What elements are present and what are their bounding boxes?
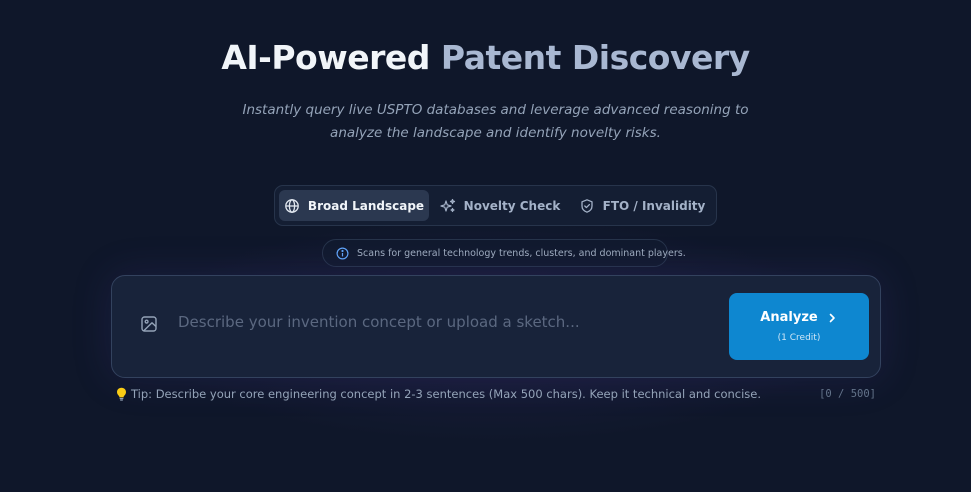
shield-icon — [579, 198, 595, 214]
mode-tab-broad-landscape[interactable]: Broad Landscape — [279, 190, 429, 221]
analyze-credit-cost: (1 Credit) — [729, 333, 869, 343]
mode-description-text: Scans for general technology trends, clu… — [357, 248, 686, 259]
lightbulb-icon — [116, 387, 127, 401]
invention-concept-input[interactable] — [178, 302, 718, 342]
page: AI-Powered Patent Discovery Instantly qu… — [0, 0, 971, 492]
chevron-right-icon — [826, 312, 838, 324]
globe-icon — [284, 198, 300, 214]
analyze-button-label: Analyze — [760, 310, 817, 325]
image-upload-button[interactable] — [139, 316, 159, 336]
page-title: AI-Powered Patent Discovery — [0, 36, 971, 80]
mode-tab-label: Novelty Check — [464, 199, 561, 213]
mode-selector: Broad Landscape Novelty Check FTO / Inva… — [274, 185, 717, 226]
invention-input-panel: Analyze (1 Credit) — [111, 275, 881, 378]
image-icon — [140, 315, 158, 337]
tip-text: Tip: Describe your core engineering conc… — [131, 387, 761, 401]
input-tip: Tip: Describe your core engineering conc… — [116, 387, 761, 401]
mode-tab-fto-invalidity[interactable]: FTO / Invalidity — [571, 190, 713, 221]
analyze-button[interactable]: Analyze (1 Credit) — [729, 293, 869, 360]
mode-tab-novelty-check[interactable]: Novelty Check — [435, 190, 565, 221]
page-subtitle: Instantly query live USPTO databases and… — [235, 99, 756, 145]
title-part-2: Patent Discovery — [441, 38, 750, 77]
character-counter: [0 / 500] — [819, 387, 876, 402]
mode-description-badge: Scans for general technology trends, clu… — [322, 239, 668, 267]
title-part-1: AI-Powered — [221, 38, 430, 77]
sparkles-icon — [440, 198, 456, 214]
mode-tab-label: Broad Landscape — [308, 199, 424, 213]
mode-tab-label: FTO / Invalidity — [603, 199, 706, 213]
info-icon — [336, 247, 349, 260]
